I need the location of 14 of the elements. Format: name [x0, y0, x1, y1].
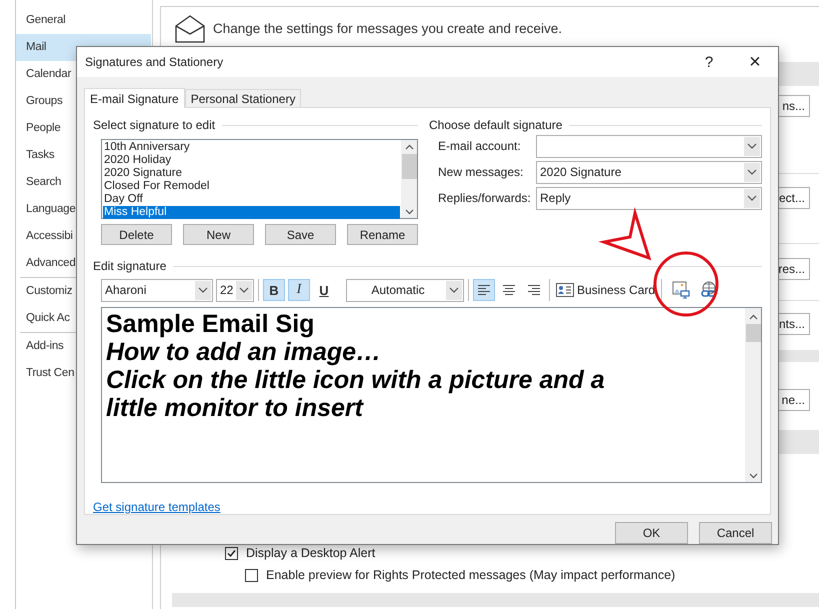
signature-text-line: How to add an image… [106, 338, 382, 366]
signature-text-line: Click on the little icon with a picture and a [106, 366, 606, 394]
dialog-title: Signatures and Stationery [85, 55, 224, 69]
field-label: Replies/forwards: [438, 191, 532, 205]
section-description: Change the settings for messages you create and receive. [213, 21, 562, 36]
group-title: Edit signature [93, 259, 166, 273]
signature-text-line: little monitor to insert [106, 394, 365, 422]
option-label: Display a Desktop Alert [246, 546, 376, 560]
signature-text-line: Sample Email Sig [106, 310, 316, 338]
field-label: E-mail account: [438, 139, 522, 153]
group-title: Choose default signature [429, 118, 562, 132]
option-label: Enable preview for Rights Protected messages (May impact performance) [266, 568, 676, 582]
group-title: Select signature to edit [93, 118, 216, 132]
field-label: New messages: [438, 165, 524, 179]
